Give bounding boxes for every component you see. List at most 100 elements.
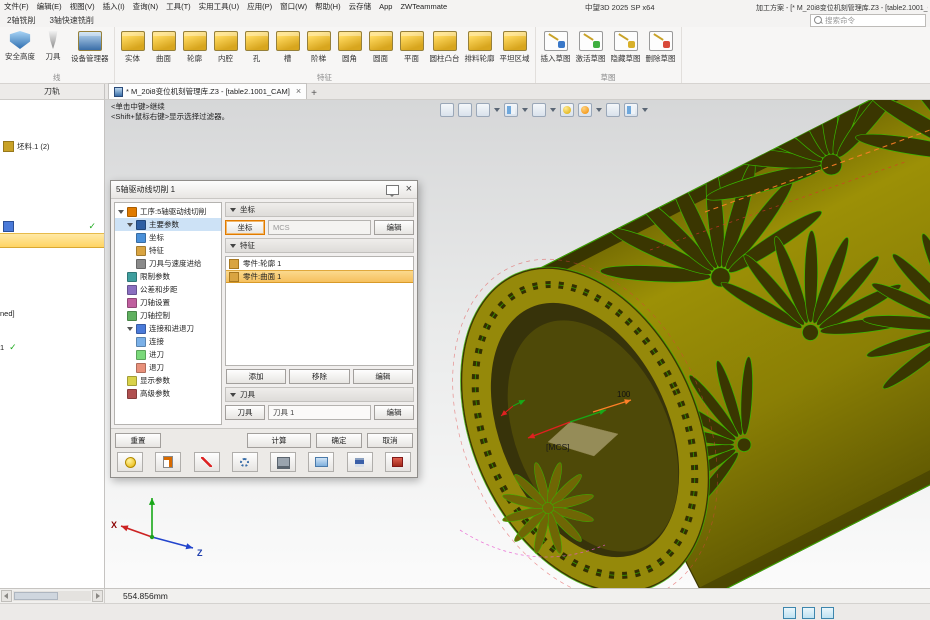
calculate-button[interactable]: 计算 [247,433,311,448]
feature-add-button[interactable]: 添加 [226,369,286,384]
hide-sketch-button[interactable]: 隐藏草图 [609,29,643,64]
toolpath-tree-row[interactable]: 坯料.1 (2) [0,140,104,153]
device-manager-button[interactable]: 设备管理器 [69,29,111,64]
dialog-tree-item[interactable]: 连接 [115,335,221,348]
gouge-check-icon[interactable] [232,452,258,472]
shade-mode-icon[interactable] [532,103,546,117]
dialog-close-button[interactable]: × [406,184,412,195]
profile-feature-button[interactable]: 轮廓 [180,29,210,64]
coordinate-section-header[interactable]: 坐标 [225,202,414,217]
background-style-icon[interactable] [560,103,574,117]
dialog-tree-item[interactable]: 连接和进退刀 [115,322,221,335]
section-view-icon[interactable] [606,103,620,117]
dialog-tree-item[interactable]: 工序:5轴驱动线切削 [115,205,221,218]
hint-bulb-icon[interactable] [117,452,143,472]
dropdown-caret-icon[interactable] [522,108,528,112]
toolpath-tree-row[interactable]: ✓ [0,220,104,233]
toolpath-display-icon[interactable] [194,452,220,472]
document-tab[interactable]: * M_20i8变位机刻管理库.Z3 - [table2.1001_CAM] × [108,83,307,99]
fit-view-icon[interactable] [440,103,454,117]
display-settings-icon[interactable] [624,103,638,117]
dialog-tree-item[interactable]: 限制参数 [115,270,221,283]
fillet-feature-button[interactable]: 圆角 [335,29,365,64]
scroll-left-icon[interactable] [1,590,12,602]
dialog-tree-item[interactable]: 特征 [115,244,221,257]
feature-remove-button[interactable]: 移除 [289,369,349,384]
tool-library-icon[interactable] [385,452,411,472]
toolpath-panel-header[interactable]: 刀轨 [0,84,105,100]
plane-feature-button[interactable]: 平面 [397,29,427,64]
menu-item[interactable]: 窗口(W) [276,1,311,12]
dialog-tree-item[interactable]: 高级参数 [115,387,221,400]
menu-item[interactable]: 工具(T) [162,1,195,12]
tab-close-button[interactable]: × [296,87,301,96]
flat-region-button[interactable]: 平坦区域 [498,29,532,64]
comment-icon[interactable] [386,185,399,195]
round-face-feature-button[interactable]: 圆面 [366,29,396,64]
safety-height-button[interactable]: 安全高度 [3,29,37,62]
dialog-tree-item[interactable]: 刀轴设置 [115,296,221,309]
tool-edit-button[interactable]: 编辑 [374,405,414,420]
scroll-right-icon[interactable] [92,590,103,602]
menu-item[interactable]: 实用工具(U) [195,1,243,12]
ribbon-tab-3axis-quick-milling[interactable]: 3轴快速铣削 [42,15,100,26]
dialog-tree-item[interactable]: 刀轴控制 [115,309,221,322]
toolpath-tree-row[interactable]: 1✓ [0,341,104,354]
edit-note-icon[interactable] [155,452,181,472]
pocket-feature-button[interactable]: 内腔 [211,29,241,64]
dialog-tree-item[interactable]: 刀具与速度进给 [115,257,221,270]
step-feature-button[interactable]: 阶梯 [304,29,334,64]
cutter-tool-button[interactable]: 刀具 [38,29,68,62]
dialog-tree-item[interactable]: 公差和步距 [115,283,221,296]
menu-item[interactable]: ZWTeammate [396,2,451,11]
solid-feature-button[interactable]: 实体 [118,29,148,64]
menu-item[interactable]: 视图(V) [66,1,99,12]
menu-item[interactable]: 云存储 [345,1,376,12]
hole-feature-button[interactable]: 孔 [242,29,272,64]
scrollbar-thumb[interactable] [14,592,58,600]
dialog-tree-item[interactable]: 显示参数 [115,374,221,387]
expand-caret-icon[interactable] [127,327,133,331]
dialog-tree-item[interactable]: 进刀 [115,348,221,361]
surface-feature-button[interactable]: 曲面 [149,29,179,64]
feature-list-item[interactable]: 零件:曲面 1 [226,270,413,283]
new-tab-button[interactable]: + [307,88,321,99]
toolpath-panel-scrollbar[interactable] [0,589,105,603]
save-operation-icon[interactable] [347,452,373,472]
cancel-button[interactable]: 取消 [367,433,413,448]
ok-button[interactable]: 确定 [316,433,362,448]
layout-toggle-icon[interactable] [821,607,834,619]
coordinate-edit-button[interactable]: 编辑 [374,220,414,235]
insert-sketch-button[interactable]: 插入草图 [539,29,573,64]
menu-item[interactable]: 插入(I) [99,1,129,12]
coordinate-value-field[interactable]: MCS [268,220,371,235]
dropdown-caret-icon[interactable] [494,108,500,112]
activate-sketch-button[interactable]: 激活草图 [574,29,608,64]
menu-item[interactable]: 查询(N) [129,1,162,12]
reset-button[interactable]: 重置 [115,433,161,448]
menu-item[interactable]: 文件(F) [0,1,33,12]
scrollbar-track[interactable] [13,591,91,601]
dialog-tree-item[interactable]: 主要参数 [115,218,221,231]
feature-section-header[interactable]: 特征 [225,238,414,253]
command-search-input[interactable]: 搜索命令 [810,14,926,27]
tool-pick-button[interactable]: 刀具 [225,405,265,420]
ribbon-tab-2axis-milling[interactable]: 2轴铣削 [0,15,42,26]
output-window-icon[interactable] [802,607,815,619]
expand-caret-icon[interactable] [118,210,124,214]
expand-caret-icon[interactable] [127,223,133,227]
dialog-tree-item[interactable]: 坐标 [115,231,221,244]
tool-section-header[interactable]: 刀具 [225,387,414,402]
tool-value-field[interactable]: 刀具 1 [268,405,371,420]
material-render-icon[interactable] [578,103,592,117]
feature-list[interactable]: 零件:轮廓 1零件:曲面 1 [225,256,414,366]
display-toggle-icon[interactable] [783,607,796,619]
menu-item[interactable]: 帮助(H) [311,1,344,12]
feature-list-item[interactable]: 零件:轮廓 1 [226,257,413,270]
feature-edit-button[interactable]: 编辑 [353,369,413,384]
menu-item[interactable]: 编辑(E) [33,1,66,12]
solid-verify-icon[interactable] [308,452,334,472]
dialog-titlebar[interactable]: 5轴驱动线切削 1 × [111,181,417,199]
machine-sim-icon[interactable] [270,452,296,472]
toolpath-tree-row[interactable] [0,233,104,248]
